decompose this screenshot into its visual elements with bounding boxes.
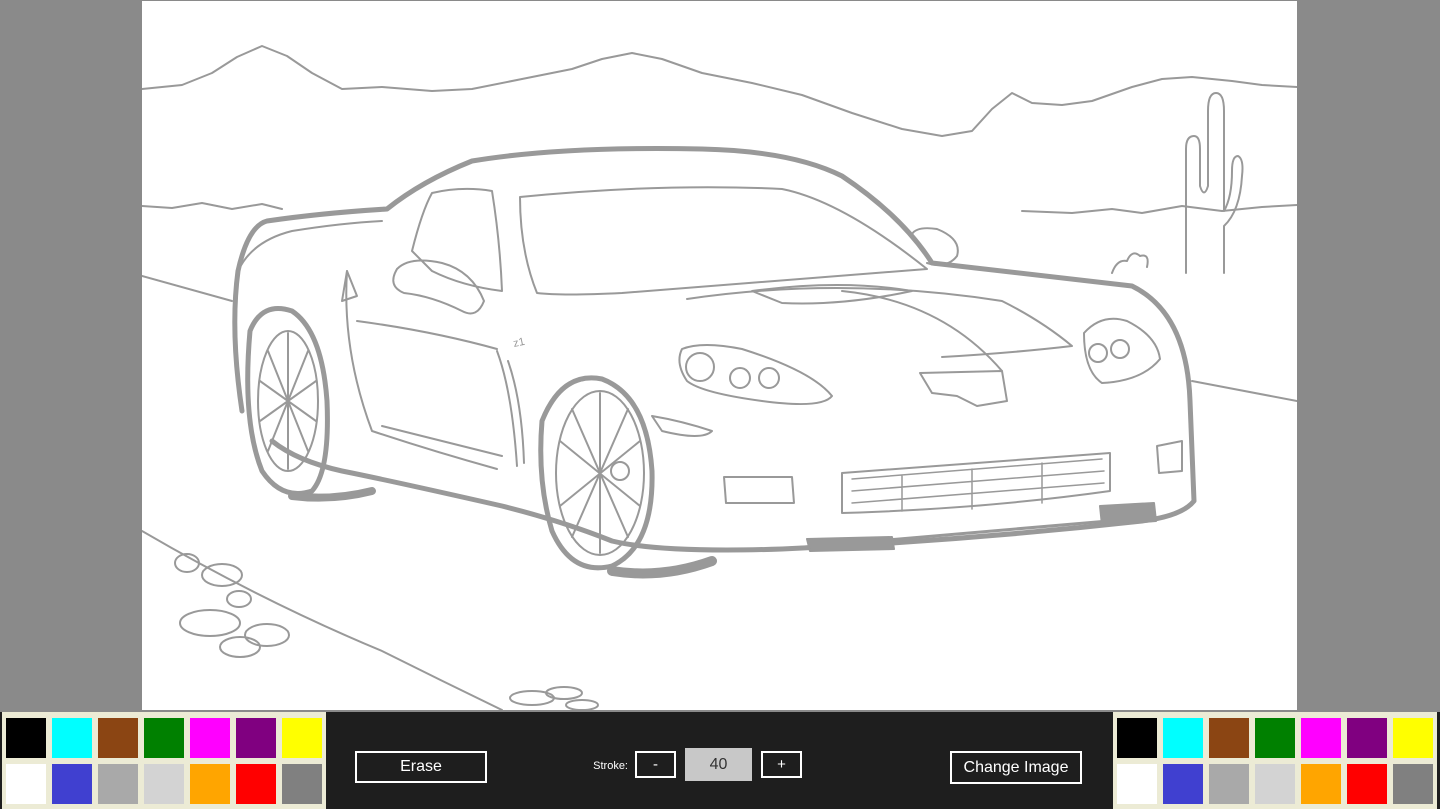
color-palette-left — [2, 712, 326, 809]
color-swatch-left-7[interactable] — [282, 718, 322, 758]
color-swatch-right-3[interactable] — [1209, 718, 1249, 758]
color-swatch-left-3[interactable] — [98, 718, 138, 758]
color-swatch-right-9[interactable] — [1163, 764, 1203, 804]
color-swatch-left-9[interactable] — [52, 764, 92, 804]
color-swatch-left-11[interactable] — [144, 764, 184, 804]
color-swatch-right-7[interactable] — [1393, 718, 1433, 758]
color-swatch-right-13[interactable] — [1347, 764, 1387, 804]
stroke-label: Stroke: — [593, 760, 628, 772]
color-swatch-right-1[interactable] — [1117, 718, 1157, 758]
color-swatch-left-4[interactable] — [144, 718, 184, 758]
color-swatch-right-10[interactable] — [1209, 764, 1249, 804]
car-badge-text: z1 — [512, 336, 526, 350]
change-image-button[interactable]: Change Image — [950, 751, 1082, 784]
color-swatch-right-12[interactable] — [1301, 764, 1341, 804]
color-swatch-left-1[interactable] — [6, 718, 46, 758]
color-swatch-right-6[interactable] — [1347, 718, 1387, 758]
color-swatch-left-14[interactable] — [282, 764, 322, 804]
color-palette-right — [1113, 712, 1437, 809]
stroke-decrease-button[interactable]: - — [635, 751, 676, 778]
color-swatch-left-5[interactable] — [190, 718, 230, 758]
color-swatch-left-12[interactable] — [190, 764, 230, 804]
color-swatch-left-13[interactable] — [236, 764, 276, 804]
car-coloring-image: z1 — [142, 45, 1297, 710]
color-swatch-left-6[interactable] — [236, 718, 276, 758]
drawing-canvas[interactable]: z1 — [142, 1, 1297, 710]
color-swatch-left-10[interactable] — [98, 764, 138, 804]
color-swatch-right-14[interactable] — [1393, 764, 1433, 804]
color-swatch-right-4[interactable] — [1255, 718, 1295, 758]
color-swatch-right-8[interactable] — [1117, 764, 1157, 804]
color-swatch-left-2[interactable] — [52, 718, 92, 758]
color-swatch-right-11[interactable] — [1255, 764, 1295, 804]
erase-button[interactable]: Erase — [355, 751, 487, 783]
stroke-increase-button[interactable]: + — [761, 751, 802, 778]
stroke-value: 40 — [685, 748, 752, 781]
color-swatch-left-8[interactable] — [6, 764, 46, 804]
color-swatch-right-2[interactable] — [1163, 718, 1203, 758]
color-swatch-right-5[interactable] — [1301, 718, 1341, 758]
